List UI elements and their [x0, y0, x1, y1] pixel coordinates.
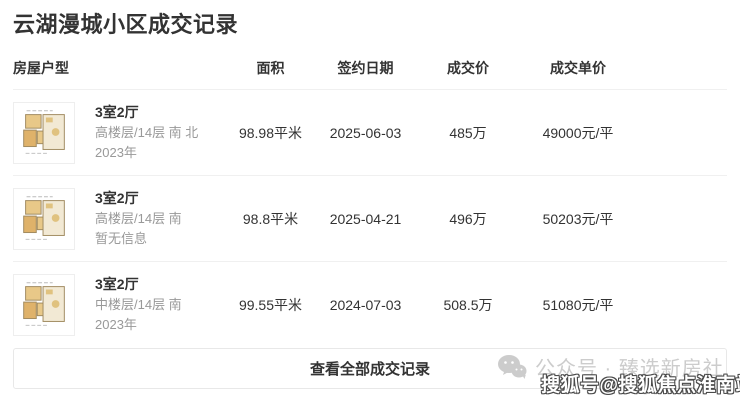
price-cell: 508.5万 — [413, 295, 523, 315]
floor-info: 高楼层/14层 南 — [95, 209, 182, 229]
table-row[interactable]: 3室2厅 中楼层/14层 南 2023年 99.55平米 2024-07-03 … — [13, 262, 727, 348]
price-cell: 485万 — [413, 123, 523, 143]
header-unit-price: 成交单价 — [523, 58, 633, 78]
floor-info: 中楼层/14层 南 — [95, 295, 182, 315]
unit-type: 3室2厅 — [95, 189, 182, 207]
header-unit-type: 房屋户型 — [13, 58, 223, 78]
extra-info: 2023年 — [95, 143, 198, 163]
header-price: 成交价 — [413, 58, 523, 78]
floor-plan-thumbnail[interactable] — [13, 188, 75, 250]
sign-date-cell: 2025-06-03 — [318, 125, 413, 141]
price-cell: 496万 — [413, 209, 523, 229]
header-sign-date: 签约日期 — [318, 58, 413, 78]
table-header-row: 房屋户型 面积 签约日期 成交价 成交单价 — [13, 58, 727, 90]
header-area: 面积 — [223, 58, 318, 78]
extra-info: 暂无信息 — [95, 229, 182, 249]
area-cell: 98.8平米 — [223, 209, 318, 229]
sign-date-cell: 2025-04-21 — [318, 211, 413, 227]
unit-type: 3室2厅 — [95, 103, 198, 121]
unit-price-cell: 51080元/平 — [523, 295, 633, 315]
area-cell: 99.55平米 — [223, 295, 318, 315]
unit-type: 3室2厅 — [95, 275, 182, 293]
floor-plan-thumbnail[interactable] — [13, 274, 75, 336]
table-row[interactable]: 3室2厅 高楼层/14层 南 暂无信息 98.8平米 2025-04-21 49… — [13, 176, 727, 262]
floor-plan-thumbnail[interactable] — [13, 102, 75, 164]
transaction-records-page: 云湖漫城小区成交记录 房屋户型 面积 签约日期 成交价 成交单价 — [0, 0, 740, 389]
extra-info: 2023年 — [95, 315, 182, 335]
page-title: 云湖漫城小区成交记录 — [13, 12, 727, 38]
floor-plan-image — [14, 189, 74, 249]
area-cell: 98.98平米 — [223, 123, 318, 143]
table-row[interactable]: 3室2厅 高楼层/14层 南 北 2023年 98.98平米 2025-06-0… — [13, 90, 727, 176]
floor-plan-image — [14, 103, 74, 163]
unit-price-cell: 49000元/平 — [523, 123, 633, 143]
unit-price-cell: 50203元/平 — [523, 209, 633, 229]
floor-info: 高楼层/14层 南 北 — [95, 123, 198, 143]
sign-date-cell: 2024-07-03 — [318, 297, 413, 313]
floor-plan-image — [14, 275, 74, 335]
view-all-button[interactable]: 查看全部成交记录 — [13, 348, 727, 389]
